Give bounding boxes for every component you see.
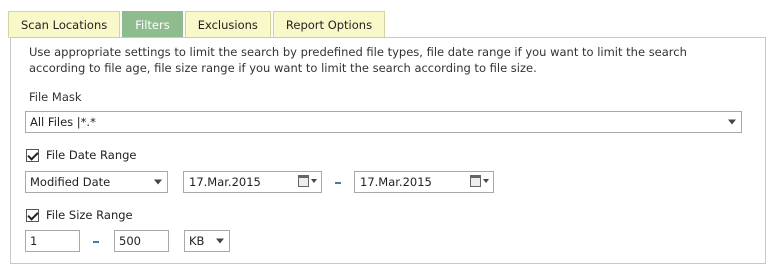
file-date-range-row: File Date Range (26, 148, 137, 162)
chevron-down-icon (311, 179, 317, 183)
date-range-separator (335, 182, 341, 184)
date-from-calendar-button[interactable] (298, 175, 317, 187)
date-from-picker[interactable]: 17.Mar.2015 (183, 171, 322, 193)
tab-exclusions[interactable]: Exclusions (184, 11, 271, 38)
date-to-picker[interactable]: 17.Mar.2015 (354, 171, 494, 193)
file-date-range-checkbox[interactable] (26, 148, 39, 162)
date-mode-value: Modified Date (30, 175, 111, 189)
file-size-range-label: File Size Range (46, 208, 133, 222)
date-mode-select[interactable]: Modified Date (25, 171, 168, 193)
size-unit-select[interactable]: KB (184, 230, 230, 252)
calendar-icon (470, 175, 481, 187)
tab-scan-locations[interactable]: Scan Locations (8, 11, 121, 38)
date-to-value: 17.Mar.2015 (360, 175, 432, 189)
file-date-range-label: File Date Range (46, 148, 137, 162)
date-from-value: 17.Mar.2015 (189, 175, 261, 189)
calendar-icon (298, 175, 309, 187)
file-mask-label: File Mask (29, 90, 82, 104)
file-mask-value: All Files |*.* (30, 115, 96, 129)
tab-bar: Scan Locations Filters Exclusions Report… (8, 11, 387, 38)
tab-report-options[interactable]: Report Options (272, 11, 386, 38)
date-to-calendar-button[interactable] (470, 175, 489, 187)
size-unit-value: KB (189, 234, 205, 248)
tab-filters[interactable]: Filters (122, 11, 183, 38)
chevron-down-icon (728, 119, 736, 125)
size-range-separator (93, 241, 99, 243)
filters-panel: Use appropriate settings to limit the se… (10, 37, 766, 264)
size-min-input[interactable] (25, 230, 80, 252)
chevron-down-icon (216, 238, 224, 244)
chevron-down-icon (154, 179, 162, 185)
filters-description: Use appropriate settings to limit the se… (29, 45, 687, 75)
chevron-down-icon (483, 179, 489, 183)
size-max-input[interactable] (114, 230, 169, 252)
file-size-range-checkbox[interactable] (26, 208, 39, 222)
file-mask-select[interactable]: All Files |*.* (25, 111, 742, 133)
file-size-range-row: File Size Range (26, 208, 133, 222)
